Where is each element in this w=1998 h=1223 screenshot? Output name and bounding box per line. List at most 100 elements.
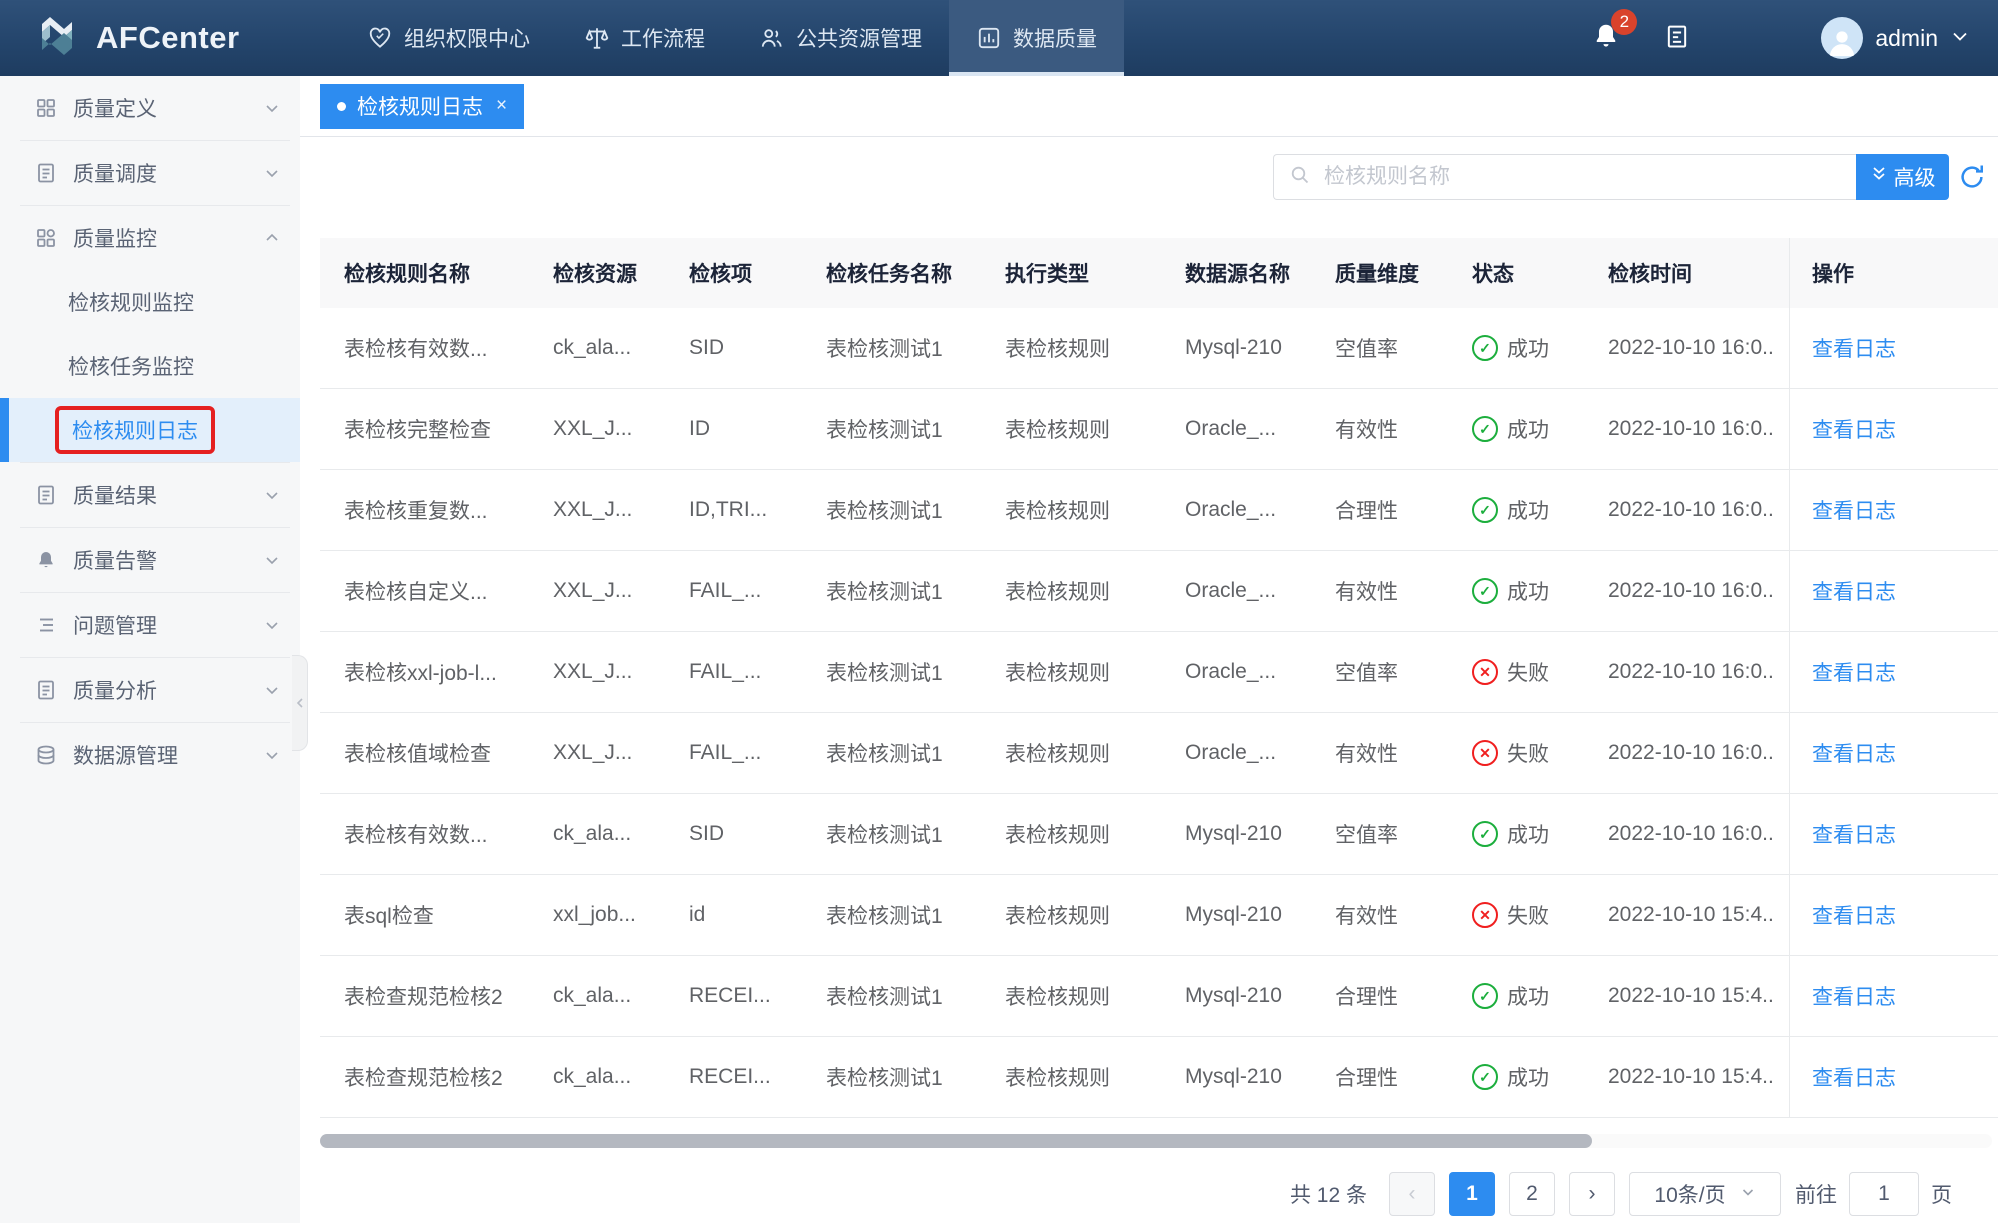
view-log-link[interactable]: 查看日志: [1812, 981, 1896, 1011]
double-chevron-down-icon: [1870, 165, 1888, 189]
sidebar-item-datasource-management[interactable]: 数据源管理: [0, 723, 300, 787]
sidebar-item-label: 质量调度: [73, 158, 262, 188]
cell-datasource: Oracle_...: [1185, 498, 1335, 522]
sidebar-item-quality-results[interactable]: 质量结果: [0, 463, 300, 527]
status-cell: ✓成功: [1472, 414, 1608, 444]
bell-icon: [34, 548, 58, 572]
sidebar-item-label: 数据源管理: [73, 740, 262, 770]
cell-item: RECEI...: [689, 984, 826, 1008]
close-icon[interactable]: ×: [496, 95, 507, 117]
cell-time: 2022-10-10 16:0..: [1608, 822, 1789, 846]
view-log-link[interactable]: 查看日志: [1812, 657, 1896, 687]
scales-icon: [584, 25, 610, 51]
view-log-link[interactable]: 查看日志: [1812, 576, 1896, 606]
next-page-button[interactable]: ›: [1569, 1172, 1615, 1216]
sidebar-collapse-handle[interactable]: [292, 655, 308, 751]
nav-item-data-quality[interactable]: 数据质量: [949, 0, 1124, 76]
sidebar-subitem-label: 检核任务监控: [68, 351, 194, 381]
people-icon: [759, 25, 785, 51]
sidebar-item-quality-monitoring[interactable]: 质量监控: [0, 206, 300, 270]
log-table: 检核规则名称 检核资源 检核项 检核任务名称 执行类型 数据源名称 质量维度 状…: [320, 238, 1998, 1118]
page-button-1[interactable]: 1: [1449, 1172, 1495, 1216]
horizontal-scrollbar-thumb[interactable]: [320, 1134, 1592, 1148]
nav-item-org-center[interactable]: 组织权限中心: [340, 0, 557, 76]
pagination: 共 12 条 ‹ 1 2 › 10条/页 前往 页: [300, 1172, 1998, 1216]
tab-rule-log[interactable]: 检核规则日志 ×: [320, 84, 524, 129]
view-log-link[interactable]: 查看日志: [1812, 900, 1896, 930]
page-size-select[interactable]: 10条/页: [1629, 1172, 1781, 1216]
search-input[interactable]: [1322, 164, 1856, 190]
bell-icon: [1591, 38, 1621, 55]
status-label: 失败: [1507, 738, 1549, 768]
view-log-link[interactable]: 查看日志: [1812, 738, 1896, 768]
notifications-button[interactable]: 2: [1591, 21, 1621, 56]
cell-dimension: 空值率: [1335, 333, 1472, 363]
view-log-link[interactable]: 查看日志: [1812, 819, 1896, 849]
nav-item-public-resources[interactable]: 公共资源管理: [732, 0, 949, 76]
prev-page-button[interactable]: ‹: [1389, 1172, 1435, 1216]
cell-item: SID: [689, 336, 826, 360]
top-nav: AFCenter 组织权限中心 工作流程: [0, 0, 1998, 76]
sidebar-item-quality-scheduling[interactable]: 质量调度: [0, 141, 300, 205]
cell-name: 表检核值域检查: [320, 738, 553, 768]
cell-time: 2022-10-10 16:0..: [1608, 579, 1789, 603]
sidebar-subitem-label: 检核规则监控: [68, 287, 194, 317]
table-row: 表检核自定义...XXL_J...FAIL_...表检核测试1表检核规则Orac…: [320, 551, 1998, 632]
cell-datasource: Mysql-210: [1185, 822, 1335, 846]
sidebar-item-issue-management[interactable]: 问题管理: [0, 593, 300, 657]
cell-time: 2022-10-10 15:4..: [1608, 903, 1789, 927]
document-icon: [1663, 37, 1691, 54]
nav-item-label: 数据质量: [1013, 23, 1097, 53]
goto-page-input[interactable]: [1849, 1172, 1919, 1216]
cell-name: 表检核重复数...: [320, 495, 553, 525]
nav-item-workflow[interactable]: 工作流程: [557, 0, 732, 76]
refresh-icon[interactable]: [1957, 162, 1987, 192]
cell-task: 表检核测试1: [826, 819, 1005, 849]
toolbar: 高级: [300, 137, 1998, 217]
view-log-link[interactable]: 查看日志: [1812, 414, 1896, 444]
brand-name: AFCenter: [96, 20, 240, 56]
document-icon: [34, 678, 58, 702]
view-log-link[interactable]: 查看日志: [1812, 333, 1896, 363]
document-log-button[interactable]: [1663, 22, 1691, 55]
cell-time: 2022-10-10 15:4..: [1608, 984, 1789, 1008]
cell-exec_type: 表检核规则: [1005, 657, 1185, 687]
view-log-link[interactable]: 查看日志: [1812, 495, 1896, 525]
chevron-down-icon: [262, 550, 282, 570]
table-header: 检核规则名称 检核资源 检核项 检核任务名称 执行类型 数据源名称 质量维度 状…: [320, 238, 1998, 308]
advanced-search-button[interactable]: 高级: [1856, 154, 1949, 200]
cell-name: 表检核有效数...: [320, 333, 553, 363]
main-content: 检核规则日志 × 高级: [300, 76, 1998, 1223]
status-label: 失败: [1507, 900, 1549, 930]
cell-resource: XXL_J...: [553, 417, 689, 441]
horizontal-scrollbar-track[interactable]: [320, 1134, 1992, 1148]
search-icon: [1288, 163, 1312, 192]
cell-item: ID: [689, 417, 826, 441]
status-label: 成功: [1507, 495, 1549, 525]
sidebar-subitem-label: 检核规则日志: [72, 420, 198, 443]
cell-dimension: 空值率: [1335, 819, 1472, 849]
column-header: 检核任务名称: [826, 258, 1005, 288]
success-icon: ✓: [1472, 983, 1498, 1009]
brand[interactable]: AFCenter: [0, 0, 300, 76]
column-header: 操作: [1789, 238, 1998, 308]
database-icon: [34, 743, 58, 767]
error-icon: ✕: [1472, 902, 1498, 928]
page-button-2[interactable]: 2: [1509, 1172, 1555, 1216]
sidebar-subitem-rule-monitoring[interactable]: 检核规则监控: [0, 270, 300, 334]
sidebar-item-quality-analysis[interactable]: 质量分析: [0, 658, 300, 722]
sidebar-subitem-task-monitoring[interactable]: 检核任务监控: [0, 334, 300, 398]
sidebar-subitem-rule-log[interactable]: 检核规则日志: [0, 398, 300, 462]
username[interactable]: admin: [1875, 25, 1938, 52]
table-row: 表检查规范检核2ck_ala...RECEI...表检核测试1表检核规则Mysq…: [320, 956, 1998, 1037]
grid-circle-icon: [34, 226, 58, 250]
sidebar-item-quality-definition[interactable]: 质量定义: [0, 76, 300, 140]
page-unit-label: 页: [1931, 1179, 1952, 1209]
avatar[interactable]: [1821, 17, 1863, 59]
sidebar-item-quality-alerts[interactable]: 质量告警: [0, 528, 300, 592]
column-header: 检核项: [689, 258, 826, 288]
view-log-link[interactable]: 查看日志: [1812, 1062, 1896, 1092]
afcenter-logo-icon: [34, 12, 82, 65]
chevron-down-icon[interactable]: [1948, 24, 1972, 53]
error-icon: ✕: [1472, 659, 1498, 685]
